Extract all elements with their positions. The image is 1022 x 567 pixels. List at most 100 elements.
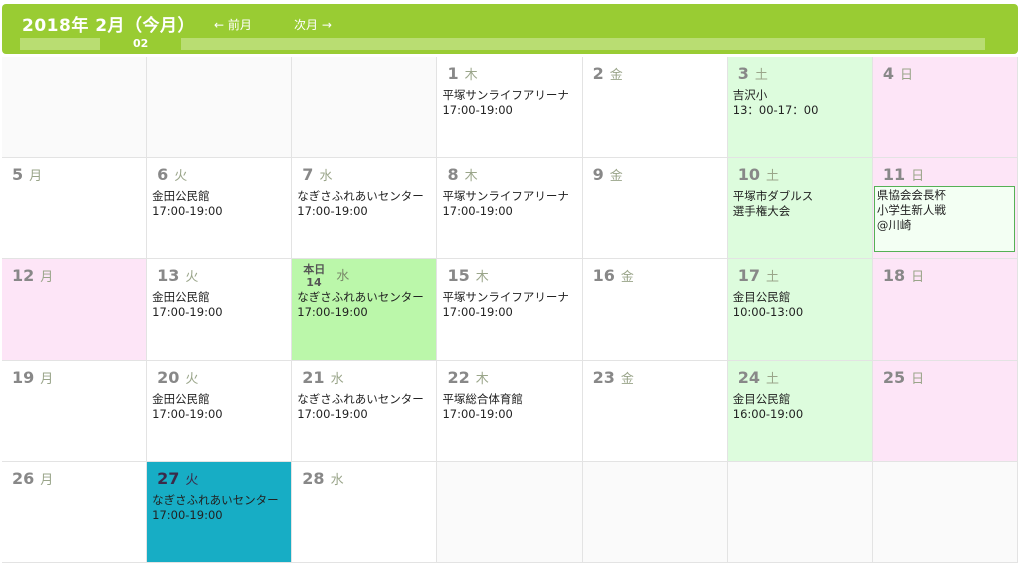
day-cell-18[interactable]: 18 日 bbox=[872, 259, 1019, 361]
event-title: 平塚総合体育館 bbox=[442, 391, 523, 406]
empty-day-cell bbox=[147, 57, 293, 159]
day-header: 5月 bbox=[12, 165, 42, 184]
event-detail: 17:00-19:00 bbox=[152, 507, 223, 522]
weekday-label: 金 bbox=[620, 270, 634, 286]
day-header: 21 水 bbox=[302, 368, 343, 387]
day-cell-26[interactable]: 26 月 bbox=[2, 461, 148, 563]
day-cell-10[interactable]: 10 土平塚市ダブルス 選手権大会 bbox=[727, 158, 873, 260]
weekday-label: 土 bbox=[766, 270, 780, 286]
day-header: 28 水 bbox=[302, 469, 343, 488]
day-cell-22[interactable]: 22 木平塚総合体育館 17:00-19:00 bbox=[437, 360, 583, 462]
event[interactable]: なぎさふれあいセンター 17:00-19:00 bbox=[152, 493, 289, 523]
weekday-label: 木 bbox=[464, 169, 478, 185]
month-bar-left bbox=[20, 38, 100, 50]
day-header: 20 火 bbox=[157, 368, 198, 387]
day-header: 13 火 bbox=[157, 266, 198, 285]
day-header: 11 日 bbox=[883, 165, 924, 184]
day-cell-8[interactable]: 8 木平塚サンライフアリーナ 17:00-19:00 bbox=[437, 158, 583, 260]
event-title: 金目公民館 bbox=[732, 290, 791, 305]
next-month-link[interactable]: 次月 → bbox=[294, 16, 332, 33]
day-cell-25[interactable]: 25 日 bbox=[872, 360, 1019, 462]
day-number: 11 bbox=[882, 165, 906, 185]
event-detail: 17:00-19:00 bbox=[152, 305, 223, 320]
day-cell-13[interactable]: 13 火金田公民館 17:00-19:00 bbox=[147, 259, 293, 361]
event[interactable]: 平塚サンライフアリーナ 17:00-19:00 bbox=[442, 189, 579, 219]
day-header: 7水 bbox=[302, 165, 332, 184]
event-detail: 17:00-19:00 bbox=[297, 204, 368, 219]
empty-day-cell bbox=[582, 461, 728, 563]
day-cell-4[interactable]: 4日 bbox=[872, 57, 1019, 159]
event-detail: 10:00-13:00 bbox=[732, 305, 804, 320]
day-cell-5[interactable]: 5月 bbox=[2, 158, 148, 260]
day-cell-27[interactable]: 27 火なぎさふれあいセンター 17:00-19:00 bbox=[147, 461, 293, 563]
day-number: 24 bbox=[737, 367, 761, 387]
day-header: 17 土 bbox=[738, 266, 779, 285]
day-number: 18 bbox=[882, 266, 906, 286]
day-number: 26 bbox=[12, 468, 35, 488]
empty-day-cell bbox=[437, 461, 583, 563]
day-cell-3[interactable]: 3 土吉沢小 13：00-17：00 bbox=[727, 57, 873, 159]
event-box[interactable]: 県協会会長杯 小学生新人戦 @川崎 bbox=[873, 186, 1015, 253]
event-title: なぎさふれあいセンター bbox=[152, 492, 279, 507]
event[interactable]: 平塚サンライフアリーナ 17:00-19:00 bbox=[442, 290, 579, 320]
prev-month-link[interactable]: ← 前月 bbox=[214, 16, 252, 33]
day-cell-23[interactable]: 23 金 bbox=[582, 360, 728, 462]
day-cell-12[interactable]: 12 月 bbox=[2, 259, 148, 361]
event[interactable]: 金目公民館 10:00-13:00 bbox=[733, 290, 870, 320]
day-header: 25 日 bbox=[883, 368, 924, 387]
day-cell-17[interactable]: 17 土金目公民館 10:00-13:00 bbox=[727, 259, 873, 361]
event-detail: 選手権大会 bbox=[732, 204, 791, 219]
day-number: 15 bbox=[447, 266, 470, 286]
event-detail: 16:00-19:00 bbox=[732, 406, 804, 421]
day-cell-21[interactable]: 21 水なぎさふれあいセンター 17:00-19:00 bbox=[292, 360, 438, 462]
day-cell-24[interactable]: 24 土金目公民館 16:00-19:00 bbox=[727, 360, 873, 462]
day-number: 2 bbox=[592, 64, 604, 83]
event[interactable]: なぎさふれあいセンター 17:00-19:00 bbox=[297, 290, 434, 320]
day-cell-19[interactable]: 19 月 bbox=[2, 360, 148, 462]
event[interactable]: 金田公民館 17:00-19:00 bbox=[152, 189, 289, 219]
day-cell-20[interactable]: 20 火金田公民館 17:00-19:00 bbox=[147, 360, 293, 462]
weekday-label: 火 bbox=[185, 270, 199, 286]
weekday-label: 木 bbox=[475, 371, 489, 387]
day-cell-11[interactable]: 11 日県協会会長杯 小学生新人戦 @川崎 bbox=[872, 158, 1019, 260]
day-number: 28 bbox=[302, 468, 325, 488]
day-header: 4日 bbox=[883, 64, 913, 83]
event[interactable]: 平塚市ダブルス 選手権大会 bbox=[733, 189, 870, 219]
event-detail: 17:00-19:00 bbox=[297, 406, 368, 421]
day-cell-28[interactable]: 28 水 bbox=[292, 461, 438, 563]
weekday-label: 火 bbox=[174, 169, 188, 185]
event-detail: 17:00-19:00 bbox=[152, 406, 223, 421]
empty-day-cell bbox=[727, 461, 873, 563]
event[interactable]: なぎさふれあいセンター 17:00-19:00 bbox=[297, 189, 434, 219]
day-number: 17 bbox=[737, 266, 761, 286]
day-cell-1[interactable]: 1 木平塚サンライフアリーナ 17:00-19:00 bbox=[437, 57, 583, 159]
day-cell-15[interactable]: 15 木平塚サンライフアリーナ 17:00-19:00 bbox=[437, 259, 583, 361]
day-cell-7[interactable]: 7 水なぎさふれあいセンター 17:00-19:00 bbox=[292, 158, 438, 260]
day-cell-6[interactable]: 6 火金田公民館 17:00-19:00 bbox=[147, 158, 293, 260]
event-title: なぎさふれあいセンター bbox=[297, 391, 424, 406]
day-number: 23 bbox=[592, 367, 615, 387]
event-detail: 17:00-19:00 bbox=[442, 305, 513, 320]
weekday-label: 月 bbox=[40, 270, 54, 286]
event[interactable]: 金田公民館 17:00-19:00 bbox=[152, 392, 289, 422]
weekday-label: 日 bbox=[911, 371, 925, 387]
event-title: 県協会会長杯 bbox=[876, 188, 946, 203]
event[interactable]: 金目公民館 16:00-19:00 bbox=[733, 392, 870, 422]
day-number: 14 bbox=[306, 276, 322, 290]
day-cell-9[interactable]: 9金 bbox=[582, 158, 728, 260]
event[interactable]: なぎさふれあいセンター 17:00-19:00 bbox=[297, 392, 434, 422]
day-number: 19 bbox=[12, 367, 35, 387]
event-title: 平塚市ダブルス bbox=[732, 189, 814, 204]
day-number: 13 bbox=[157, 266, 180, 286]
weekday-label: 日 bbox=[911, 270, 925, 286]
today-text: 本日 bbox=[303, 263, 326, 277]
event[interactable]: 吉沢小 13：00-17：00 bbox=[733, 88, 870, 118]
event[interactable]: 平塚サンライフアリーナ 17:00-19:00 bbox=[442, 88, 579, 118]
event[interactable]: 金田公民館 17:00-19:00 bbox=[152, 290, 289, 320]
day-cell-2[interactable]: 2金 bbox=[582, 57, 728, 159]
day-cell-14[interactable]: 本日 14 水なぎさふれあいセンター 17:00-19:00 bbox=[292, 259, 438, 361]
weekday-label: 火 bbox=[185, 371, 199, 387]
day-cell-16[interactable]: 16 金 bbox=[582, 259, 728, 361]
event[interactable]: 平塚総合体育館 17:00-19:00 bbox=[442, 392, 579, 422]
empty-day-cell bbox=[292, 57, 438, 159]
